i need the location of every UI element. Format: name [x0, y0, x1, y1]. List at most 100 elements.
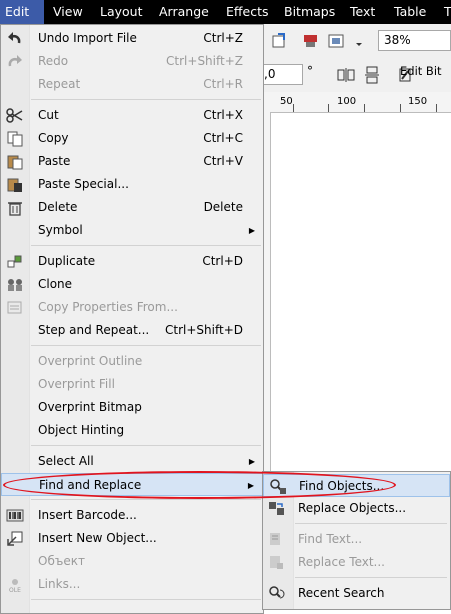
paste-special-icon	[6, 176, 24, 193]
menu-item-step-and-repeat[interactable]: Step and Repeat... Ctrl+Shift+D	[1, 319, 263, 342]
replace-text-icon	[267, 554, 287, 571]
menu-text[interactable]: Text	[345, 0, 380, 24]
ruler-tick-label: 150	[408, 96, 428, 107]
copy-icon	[6, 130, 24, 147]
menu-arrange[interactable]: Arrange	[154, 0, 214, 24]
degree-symbol: °	[307, 64, 313, 78]
menu-item-copy[interactable]: Copy Ctrl+C	[1, 127, 263, 150]
menu-item-label: Symbol	[38, 223, 83, 237]
menu-item-object-hinting[interactable]: Object Hinting	[1, 419, 263, 442]
find-text-icon	[267, 531, 287, 548]
submenu-item-find-text[interactable]: Find Text...	[263, 528, 450, 551]
ruler-tick	[328, 104, 329, 112]
menu-item-redo[interactable]: Redo Ctrl+Shift+Z	[1, 50, 263, 73]
submenu-item-label: Replace Text...	[298, 555, 385, 569]
menu-item-object[interactable]: Объект	[1, 550, 263, 573]
menu-item-label: Redo	[38, 54, 69, 68]
menu-item-label: Cut	[38, 108, 59, 122]
menu-item-label: Insert Barcode...	[38, 508, 137, 522]
menu-item-label: Duplicate	[38, 254, 96, 268]
menu-item-clone[interactable]: Clone	[1, 273, 263, 296]
menu-item-shortcut: Delete	[203, 200, 243, 214]
trash-icon	[6, 199, 24, 216]
submenu-item-replace-objects[interactable]: Replace Objects...	[263, 497, 450, 520]
dropdown-icon	[356, 31, 376, 51]
menu-item-label: Overprint Outline	[38, 354, 143, 368]
svg-text:OLE: OLE	[9, 587, 21, 593]
ruler-tick-label: 50	[280, 96, 293, 107]
menu-item-paste[interactable]: Paste Ctrl+V	[1, 150, 263, 173]
undo-icon	[6, 30, 24, 47]
duplicate-icon	[6, 253, 24, 270]
flip-vertical-icon[interactable]	[362, 65, 382, 85]
menu-item-shortcut: Ctrl+Shift+Z	[166, 54, 243, 68]
menu-item-overprint-bitmap[interactable]: Overprint Bitmap	[1, 396, 263, 419]
rotation-angle-field[interactable]: ,0	[259, 64, 303, 85]
menu-item-cut[interactable]: Cut Ctrl+X	[1, 104, 263, 127]
menu-separator	[31, 445, 261, 446]
menu-item-duplicate[interactable]: Duplicate Ctrl+D	[1, 250, 263, 273]
scissors-icon	[6, 107, 24, 124]
edit-bitmap-button[interactable]: Edit Bit	[400, 64, 442, 78]
edit-menu: Undo Import File Ctrl+Z Redo Ctrl+Shift+…	[0, 24, 264, 614]
menu-separator	[31, 499, 261, 500]
menu-item-symbol[interactable]: Symbol ▶	[1, 219, 263, 242]
menu-layout[interactable]: Layout	[95, 0, 148, 24]
menu-item-label: Insert New Object...	[38, 531, 157, 545]
menu-bar: Edit View Layout Arrange Effects Bitmaps…	[0, 0, 451, 24]
menu-item-label: Overprint Fill	[38, 377, 115, 391]
submenu-item-replace-text[interactable]: Replace Text...	[263, 551, 450, 574]
submenu-item-recent-search[interactable]: Recent Search	[263, 582, 450, 605]
copy-properties-icon	[6, 299, 24, 316]
menu-item-paste-special[interactable]: Paste Special...	[1, 173, 263, 196]
import-icon[interactable]	[270, 31, 290, 51]
menu-view[interactable]: View	[48, 0, 88, 24]
menu-item-delete[interactable]: Delete Delete	[1, 196, 263, 219]
submenu-item-label: Find Text...	[298, 532, 363, 546]
menu-separator	[31, 245, 261, 246]
menu-item-overprint-outline[interactable]: Overprint Outline	[1, 350, 263, 373]
menu-bitmaps[interactable]: Bitmaps	[279, 0, 340, 24]
menu-item-label: Repeat	[38, 77, 81, 91]
menu-item-label: Copy Properties From...	[38, 300, 178, 314]
menu-table[interactable]: Table	[389, 0, 431, 24]
menu-edit[interactable]: Edit	[0, 0, 44, 24]
menu-item-select-all[interactable]: Select All ▶	[1, 450, 263, 473]
menu-item-insert-barcode[interactable]: Insert Barcode...	[1, 504, 263, 527]
menu-item-shortcut: Ctrl+D	[202, 254, 243, 268]
flip-horizontal-icon[interactable]	[336, 65, 356, 85]
menu-item-overprint-fill[interactable]: Overprint Fill	[1, 373, 263, 396]
menu-item-label: Clone	[38, 277, 73, 291]
ruler-tick	[400, 104, 401, 112]
menu-item-label: Copy	[38, 131, 69, 145]
menu-separator	[31, 599, 261, 600]
menu-item-shortcut: Ctrl+X	[203, 108, 243, 122]
publish-icon[interactable]	[326, 31, 346, 51]
menu-item-shortcut: Ctrl+V	[203, 154, 243, 168]
find-objects-icon	[268, 478, 288, 495]
submenu-arrow-icon: ▶	[248, 226, 255, 235]
menu-effects[interactable]: Effects	[221, 0, 274, 24]
menu-item-label: Undo Import File	[38, 31, 137, 45]
menu-item-label: Paste Special...	[38, 177, 129, 191]
menu-item-find-and-replace[interactable]: Find and Replace ▶	[1, 473, 263, 496]
ole-icon: OLE	[6, 576, 24, 594]
zoom-level-field[interactable]: 38%	[378, 30, 451, 51]
export-icon[interactable]	[302, 31, 322, 51]
menu-item-copy-properties[interactable]: Copy Properties From...	[1, 296, 263, 319]
menu-item-shortcut: Ctrl+Shift+D	[165, 323, 243, 337]
menu-item-links[interactable]: OLE Links...	[1, 573, 263, 596]
paste-icon	[6, 153, 24, 170]
menu-separator	[31, 345, 261, 346]
menu-item-repeat[interactable]: Repeat Ctrl+R	[1, 73, 263, 96]
menu-item-label: Объект	[38, 554, 85, 568]
submenu-item-find-objects[interactable]: Find Objects...	[263, 474, 450, 497]
menu-item-insert-new-object[interactable]: Insert New Object...	[1, 527, 263, 550]
menu-item-undo[interactable]: Undo Import File Ctrl+Z	[1, 27, 263, 50]
submenu-separator	[295, 523, 447, 524]
replace-objects-icon	[267, 500, 287, 517]
submenu-item-label: Recent Search	[298, 586, 385, 600]
menu-tools[interactable]: T	[439, 0, 451, 24]
menu-separator	[31, 99, 261, 100]
barcode-icon	[6, 507, 24, 524]
